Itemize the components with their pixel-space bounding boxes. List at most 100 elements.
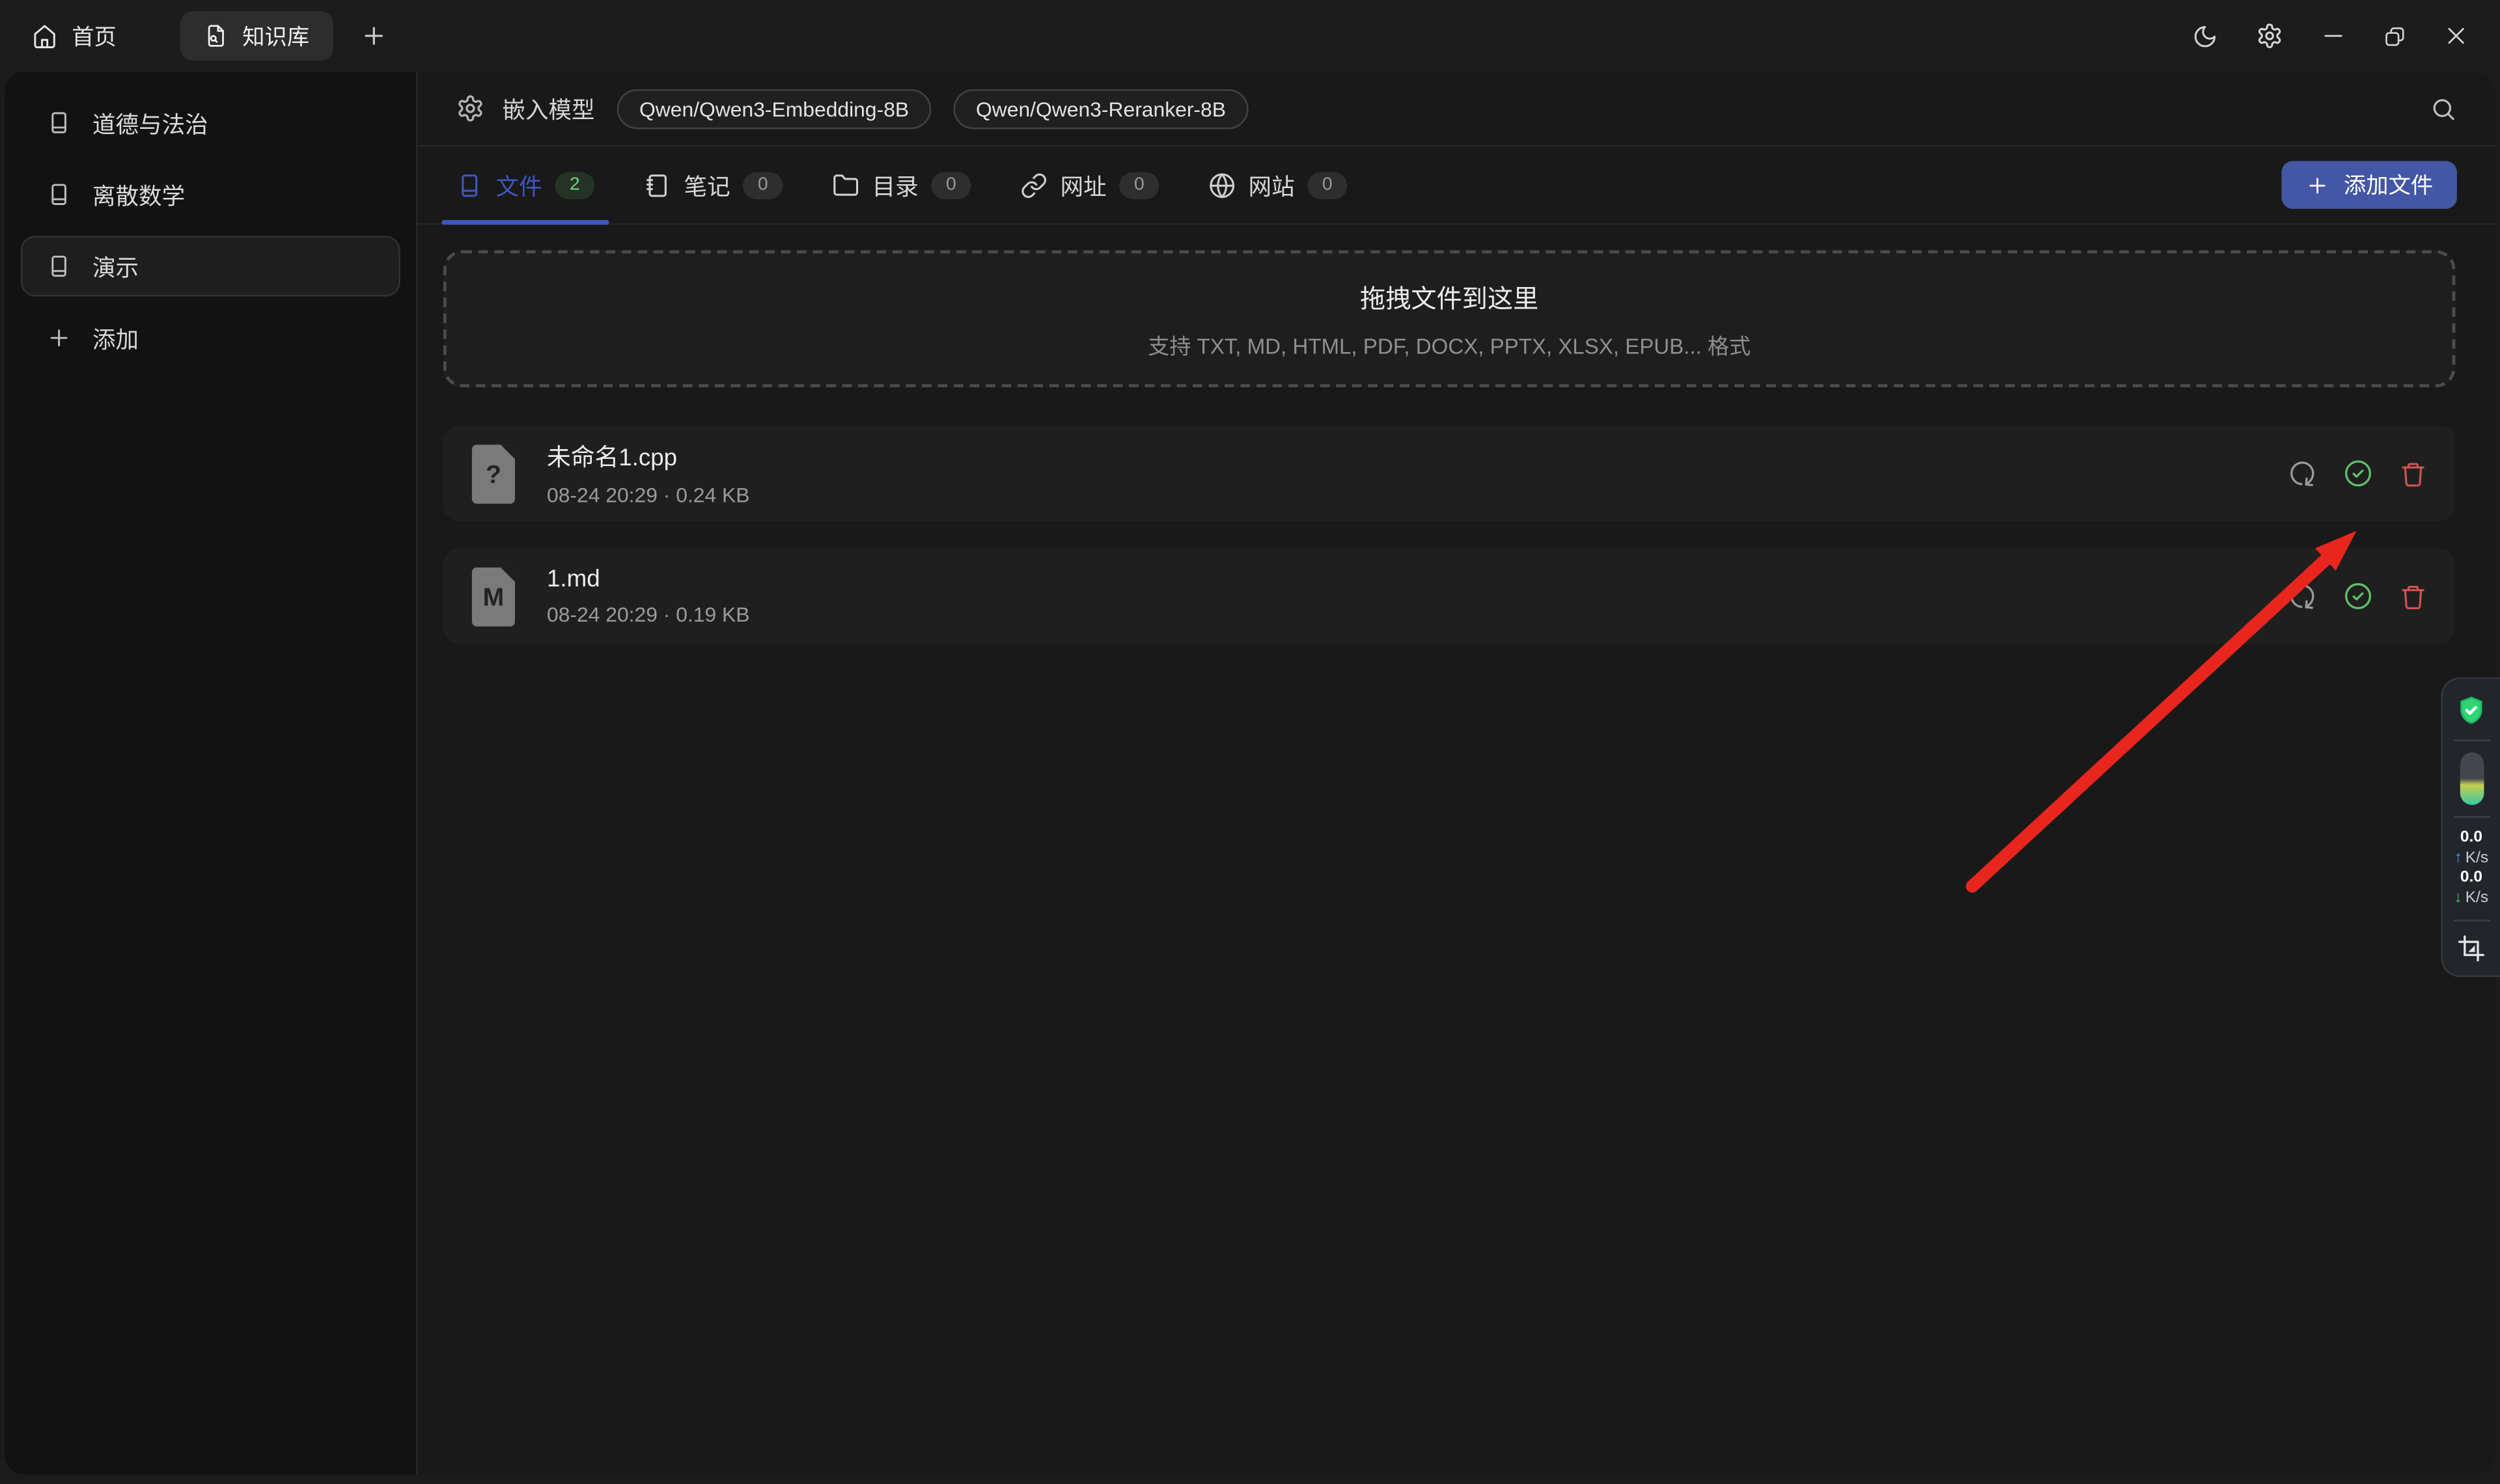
- tab-notes[interactable]: 笔记 0: [644, 146, 783, 223]
- reranker-model-chip[interactable]: Qwen/Qwen3-Reranker-8B: [954, 89, 1249, 128]
- embedding-model-label: 嵌入模型: [502, 92, 594, 125]
- usage-gauge: [2460, 752, 2484, 805]
- book-icon: [46, 253, 72, 279]
- link-icon: [1020, 171, 1048, 199]
- sidebar-item-label: 道德与法治: [92, 106, 208, 139]
- refresh-icon[interactable]: [2286, 458, 2318, 489]
- file-actions: [2288, 582, 2426, 611]
- upload-speed-value: 0.0: [2460, 829, 2482, 847]
- file-name: 1.md: [547, 566, 750, 593]
- divider: [2453, 739, 2490, 741]
- tab-label: 网址: [1061, 168, 1107, 201]
- dropzone-title: 拖拽文件到这里: [1360, 277, 1538, 316]
- file-actions: [2288, 459, 2426, 488]
- plus-icon: [46, 325, 72, 351]
- file-type-letter: M: [472, 585, 515, 614]
- moon-icon: [2192, 23, 2217, 49]
- dropzone-subtitle: 支持 TXT, MD, HTML, PDF, DOCX, PPTX, XLSX,…: [1148, 328, 1751, 360]
- divider: [2453, 816, 2490, 818]
- sidebar-add-label: 添加: [92, 321, 139, 354]
- doc-search-icon: [204, 24, 228, 48]
- check-circle-icon[interactable]: [2344, 582, 2372, 611]
- main-content: 嵌入模型 Qwen/Qwen3-Embedding-8B Qwen/Qwen3-…: [418, 72, 2495, 1474]
- minimize-button[interactable]: [2322, 24, 2346, 48]
- home-icon: [32, 23, 57, 49]
- file-markdown-icon: M: [472, 567, 515, 626]
- system-monitor-widget[interactable]: 0.0 ↑ K/s 0.0 ↓ K/s: [2441, 678, 2500, 977]
- book-icon: [46, 182, 72, 207]
- tab-sites[interactable]: 网站 0: [1208, 146, 1347, 223]
- knowledge-base-sidebar: 道德与法治 离散数学 演示 添加: [5, 72, 417, 1474]
- tab-files[interactable]: 文件 2: [456, 146, 594, 223]
- tab-count-badge: 0: [931, 171, 971, 199]
- nav-home[interactable]: 首页: [32, 20, 117, 52]
- trash-icon[interactable]: [2400, 583, 2427, 610]
- titlebar: 首页 知识库: [0, 0, 2500, 72]
- notebook-icon: [644, 171, 671, 199]
- content-tabs: 文件 2 笔记 0 目录 0 网址 0: [418, 146, 2495, 225]
- divider: [2453, 920, 2490, 921]
- file-info: 未命名1.cpp 08-24 20:29 · 0.24 KB: [547, 440, 750, 507]
- trash-icon[interactable]: [2400, 460, 2427, 488]
- tab-directory[interactable]: 目录 0: [832, 146, 971, 223]
- file-info: 1.md 08-24 20:29 · 0.19 KB: [547, 566, 750, 626]
- tab-count-badge: 0: [1119, 171, 1159, 199]
- sidebar-item-morality-law[interactable]: 道德与法治: [21, 92, 400, 153]
- content-header: 嵌入模型 Qwen/Qwen3-Embedding-8B Qwen/Qwen3-…: [418, 72, 2495, 146]
- settings-button[interactable]: [2256, 22, 2283, 49]
- window-controls: [2192, 22, 2468, 49]
- check-circle-icon[interactable]: [2344, 459, 2372, 488]
- new-tab-button[interactable]: [360, 22, 387, 49]
- sidebar-item-label: 演示: [92, 249, 139, 282]
- tab-label: 目录: [872, 168, 919, 201]
- add-file-button[interactable]: 添加文件: [2281, 161, 2456, 208]
- sidebar-item-demo[interactable]: 演示: [21, 236, 400, 296]
- nav-home-label: 首页: [72, 20, 117, 52]
- close-button[interactable]: [2444, 24, 2468, 48]
- screenshot-crop-icon[interactable]: [2457, 934, 2486, 963]
- tab-count-badge: 2: [555, 171, 594, 199]
- minimize-icon: [2322, 24, 2346, 48]
- file-meta: 08-24 20:29 · 0.24 KB: [547, 483, 750, 507]
- up-arrow-icon: ↑: [2454, 848, 2462, 869]
- tab-count-badge: 0: [1307, 171, 1347, 199]
- down-arrow-icon: ↓: [2454, 888, 2462, 909]
- add-file-label: 添加文件: [2344, 169, 2433, 201]
- tab-label: 文件: [496, 168, 542, 201]
- maximize-restore-icon: [2383, 25, 2406, 47]
- file-unknown-icon: ?: [472, 444, 515, 503]
- files-panel: 拖拽文件到这里 支持 TXT, MD, HTML, PDF, DOCX, PPT…: [418, 225, 2495, 1474]
- sidebar-add-button[interactable]: 添加: [21, 308, 400, 368]
- book-icon: [46, 110, 72, 135]
- tab-count-badge: 0: [743, 171, 783, 199]
- embedding-model-chip[interactable]: Qwen/Qwen3-Embedding-8B: [617, 89, 932, 128]
- tab-label: 笔记: [684, 168, 730, 201]
- unit-label: K/s: [2465, 848, 2488, 869]
- file-row[interactable]: M 1.md 08-24 20:29 · 0.19 KB: [443, 548, 2456, 644]
- maximize-button[interactable]: [2383, 25, 2406, 47]
- tab-urls[interactable]: 网址 0: [1020, 146, 1159, 223]
- app-container: 道德与法治 离散数学 演示 添加 嵌入模型 Qwen/Qwen3-Embeddi…: [5, 72, 2495, 1474]
- tab-knowledge-base[interactable]: 知识库: [180, 11, 333, 61]
- refresh-icon[interactable]: [2286, 581, 2318, 612]
- book-icon: [456, 171, 483, 199]
- download-speed-unit: ↓ K/s: [2454, 888, 2489, 909]
- file-name: 未命名1.cpp: [547, 440, 750, 473]
- file-dropzone[interactable]: 拖拽文件到这里 支持 TXT, MD, HTML, PDF, DOCX, PPT…: [443, 250, 2456, 387]
- plus-icon: [2305, 173, 2329, 197]
- folder-icon: [832, 171, 859, 199]
- tab-label: 网站: [1249, 168, 1295, 201]
- sidebar-item-discrete-math[interactable]: 离散数学: [21, 164, 400, 225]
- upload-speed-unit: ↑ K/s: [2454, 848, 2489, 869]
- file-row[interactable]: ? 未命名1.cpp 08-24 20:29 · 0.24 KB: [443, 426, 2456, 521]
- theme-toggle-button[interactable]: [2192, 23, 2217, 49]
- close-icon: [2444, 24, 2468, 48]
- file-meta: 08-24 20:29 · 0.19 KB: [547, 603, 750, 627]
- gear-icon: [2256, 22, 2283, 49]
- search-icon[interactable]: [2430, 95, 2457, 122]
- app-window: 首页 知识库 道德与法治 离散数学: [0, 0, 2500, 1484]
- plus-icon: [360, 22, 387, 49]
- gear-icon[interactable]: [456, 94, 484, 122]
- download-speed-value: 0.0: [2460, 869, 2482, 888]
- sidebar-item-label: 离散数学: [92, 178, 185, 211]
